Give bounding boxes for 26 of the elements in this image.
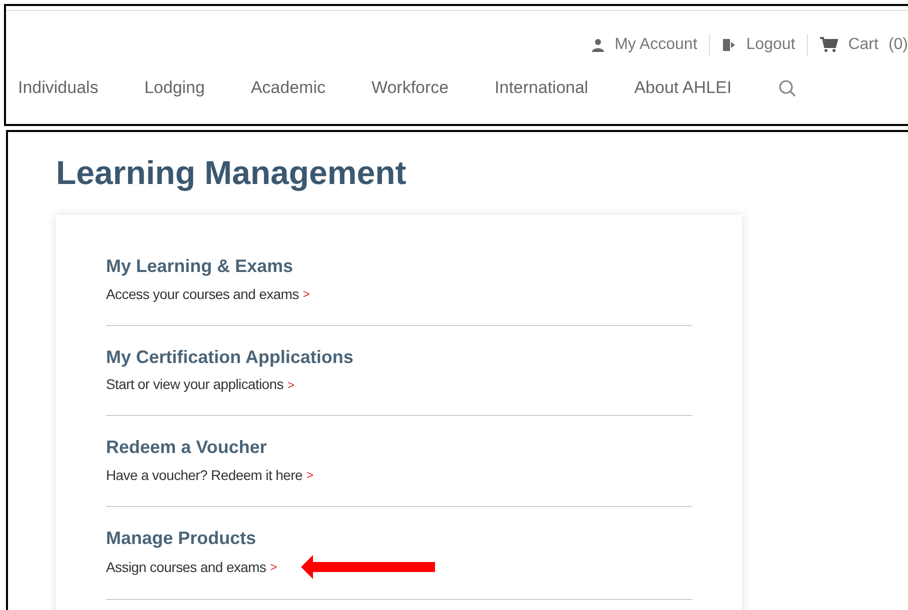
item-description: Access your courses and exams (106, 284, 299, 304)
item-description: Have a voucher? Redeem it here (106, 466, 302, 485)
cart-link[interactable]: Cart (0) (820, 33, 908, 57)
cart-icon (820, 37, 838, 53)
chevron-link[interactable]: > (306, 466, 314, 484)
item-title[interactable]: Redeem a Voucher (106, 436, 692, 459)
nav-link[interactable]: International (494, 75, 588, 100)
nav-link[interactable]: Academic (250, 75, 326, 100)
item-description: Assign courses and exams (106, 558, 266, 577)
nav-link[interactable]: About AHLEI (634, 75, 732, 100)
chevron-link[interactable]: > (270, 558, 277, 576)
item-title[interactable]: My Certification Applications (106, 346, 692, 368)
person-icon (590, 38, 605, 52)
nav-link[interactable]: Lodging (144, 75, 205, 100)
item-description: Start or view your applications (106, 375, 284, 394)
item-title[interactable]: My Learning & Exams (106, 255, 692, 278)
chevron-link[interactable]: > (287, 376, 294, 394)
nav-link[interactable]: Workforce (371, 75, 449, 100)
item-title[interactable]: Manage Products (106, 526, 692, 550)
logout-icon (722, 38, 736, 52)
search-icon[interactable] (778, 78, 796, 97)
nav-link[interactable]: Individuals (18, 75, 98, 100)
page-heading: Learning Management (56, 153, 408, 193)
chevron-link[interactable]: > (302, 285, 310, 304)
account-link[interactable]: My Account (590, 33, 698, 57)
logout-link[interactable]: Logout (722, 33, 796, 57)
